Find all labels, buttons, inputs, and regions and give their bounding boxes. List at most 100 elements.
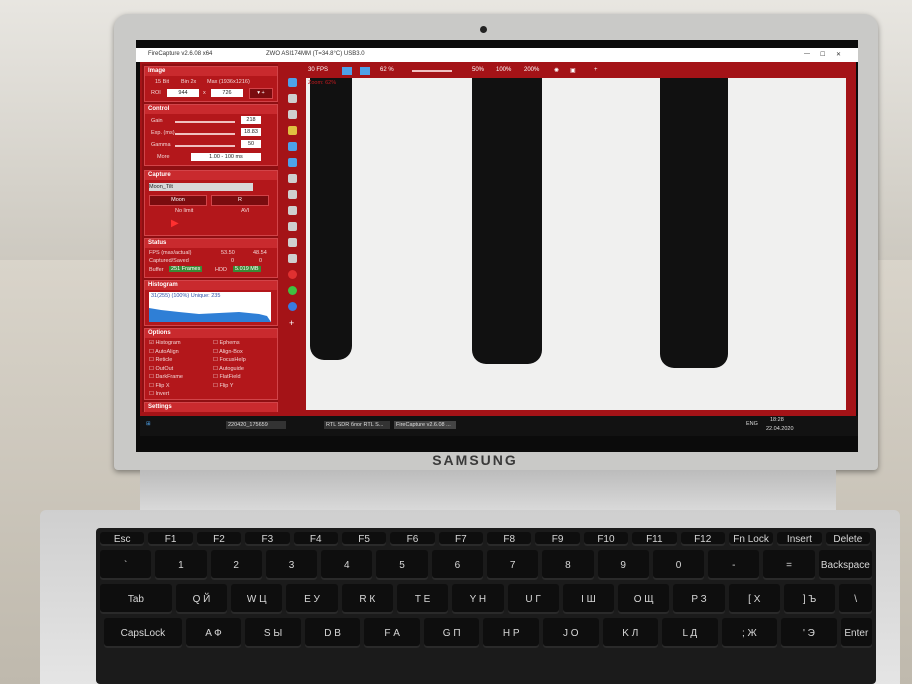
keyboard-key[interactable]: Esc <box>100 532 145 546</box>
filter-icon[interactable] <box>288 254 297 263</box>
keyboard-key[interactable]: F А <box>364 618 420 648</box>
keyboard-key[interactable]: 5 <box>376 550 428 580</box>
bin-option[interactable]: Bin 2x <box>181 79 196 85</box>
keyboard-key[interactable]: Tab <box>100 584 172 614</box>
keyboard-key[interactable]: T Е <box>396 584 449 614</box>
taskbar-chrome[interactable]: RTL SDR блог RTL S... <box>324 421 390 429</box>
more-option[interactable]: More <box>157 154 170 160</box>
keyboard-key[interactable]: F5 <box>341 532 387 546</box>
keyboard-key[interactable]: L Д <box>662 618 718 648</box>
keyboard-key[interactable]: F6 <box>390 532 435 546</box>
option-checkbox[interactable]: ☐ AutoAlign <box>149 349 179 355</box>
keyboard-key[interactable]: Backspace <box>818 550 872 580</box>
keyboard-key[interactable]: F9 <box>535 532 580 546</box>
keyboard-key[interactable]: = <box>763 550 815 580</box>
keyboard-key[interactable]: J О <box>542 618 599 648</box>
monitor-small-icon[interactable] <box>288 222 297 231</box>
taskbar-firecapture[interactable]: FireCapture v2.6.08 ... <box>394 421 456 429</box>
exposure-value[interactable]: 18.83 <box>241 128 261 136</box>
keyboard-key[interactable]: W Ц <box>231 584 283 614</box>
option-checkbox[interactable]: ☐ FlatField <box>213 374 241 380</box>
option-checkbox[interactable]: ☐ Flip X <box>149 383 170 389</box>
keyboard-key[interactable]: CapsLock <box>104 618 182 648</box>
option-checkbox[interactable]: ☐ FocusHelp <box>213 357 246 363</box>
keyboard-key[interactable]: U Г <box>507 584 559 614</box>
add-plus-icon[interactable]: + <box>289 318 294 328</box>
list-icon[interactable] <box>288 238 297 247</box>
keyboard-key[interactable]: 6 <box>431 550 483 580</box>
moon-button[interactable]: Moon <box>149 195 207 206</box>
camera-view[interactable] <box>306 78 846 410</box>
zoom-percent[interactable]: 62 % <box>380 67 394 73</box>
add-icon[interactable]: + <box>594 67 598 73</box>
option-checkbox[interactable]: ☑ Histogram <box>149 340 181 346</box>
keyboard-key[interactable]: F1 <box>148 532 193 546</box>
language-indicator[interactable]: ENG <box>746 421 758 427</box>
keyboard-key[interactable]: 0 <box>652 550 705 580</box>
profile-select[interactable]: Moon_Tilt <box>149 183 253 191</box>
keyboard-key[interactable]: [ Х <box>728 584 780 614</box>
keyboard-key[interactable]: R К <box>341 584 393 614</box>
green-dot-icon[interactable] <box>288 286 297 295</box>
option-checkbox[interactable]: ☐ Reticle <box>149 357 172 363</box>
keyboard-key[interactable]: S Ы <box>245 618 301 648</box>
roi-width[interactable]: 944 <box>167 89 199 97</box>
keyboard-key[interactable]: 3 <box>265 550 318 580</box>
keyboard-key[interactable]: Enter <box>840 618 872 648</box>
keyboard-key[interactable]: O Щ <box>618 584 670 614</box>
keyboard-key[interactable]: 4 <box>321 550 373 580</box>
chart-icon[interactable] <box>288 190 297 199</box>
keyboard-key[interactable]: F12 <box>680 532 725 546</box>
keyboard-key[interactable]: Y Н <box>452 584 504 614</box>
keyboard-key[interactable]: F3 <box>245 532 290 546</box>
keyboard-key[interactable]: 7 <box>487 550 539 580</box>
keyboard-key[interactable]: ] Ъ <box>783 584 836 614</box>
blue-dot-icon[interactable] <box>288 302 297 311</box>
gain-value[interactable]: 218 <box>241 116 261 124</box>
clock-date[interactable]: 22.04.2020 <box>766 426 794 432</box>
info-icon[interactable] <box>288 142 297 151</box>
format-option[interactable]: AVI <box>241 208 249 214</box>
zoom-100[interactable]: 100% <box>496 67 511 73</box>
play-icon[interactable]: ▶ <box>171 218 179 229</box>
keyboard-key[interactable]: ` <box>100 550 152 580</box>
gain-slider[interactable] <box>175 121 235 123</box>
option-checkbox[interactable]: ☐ DarkFrame <box>149 374 183 380</box>
monitor-icon[interactable] <box>360 67 370 75</box>
keyboard-key[interactable]: A Ф <box>185 618 242 648</box>
limit-option[interactable]: No limit <box>175 208 193 214</box>
roi-height[interactable]: 726 <box>211 89 243 97</box>
fps-button[interactable]: 30 FPS <box>308 67 328 73</box>
gamma-slider[interactable] <box>175 145 235 147</box>
keyboard-key[interactable]: \ <box>839 584 872 614</box>
keyboard-key[interactable]: Delete <box>825 532 870 546</box>
grid-icon[interactable] <box>288 206 297 215</box>
gamma-value[interactable]: 50 <box>241 140 261 148</box>
clock-time[interactable]: 18:28 <box>770 417 784 423</box>
keyboard-key[interactable]: F10 <box>583 532 629 546</box>
close-button[interactable]: ✕ <box>836 51 841 58</box>
keyboard-key[interactable]: Q Й <box>175 584 228 614</box>
keyboard-key[interactable]: ' Э <box>781 618 837 648</box>
keyboard-key[interactable]: 9 <box>597 550 649 580</box>
keyboard-key[interactable]: 1 <box>155 550 207 580</box>
option-checkbox[interactable]: ☐ Autoguide <box>213 366 244 372</box>
option-checkbox[interactable]: ☐ Ephems <box>213 340 240 346</box>
camera-icon[interactable] <box>342 67 352 75</box>
option-checkbox[interactable]: ☐ Align-Box <box>213 349 243 355</box>
folder-icon[interactable] <box>288 158 297 167</box>
document-icon[interactable] <box>288 174 297 183</box>
option-checkbox[interactable]: ☐ OutOut <box>149 366 173 372</box>
home-icon[interactable] <box>288 78 297 87</box>
tools-icon[interactable] <box>288 110 297 119</box>
settings-icon[interactable]: ✺ <box>554 67 559 74</box>
keyboard-key[interactable]: - <box>708 550 760 580</box>
keyboard-key[interactable]: P З <box>673 584 725 614</box>
keyboard-key[interactable]: 8 <box>542 550 594 580</box>
minimize-button[interactable]: — <box>804 51 810 57</box>
zoom-200[interactable]: 200% <box>524 67 539 73</box>
red-dot-icon[interactable] <box>288 270 297 279</box>
keyboard-key[interactable]: F4 <box>293 532 338 546</box>
keyboard-key[interactable]: I Ш <box>562 584 615 614</box>
keyboard-key[interactable]: F11 <box>632 532 677 546</box>
